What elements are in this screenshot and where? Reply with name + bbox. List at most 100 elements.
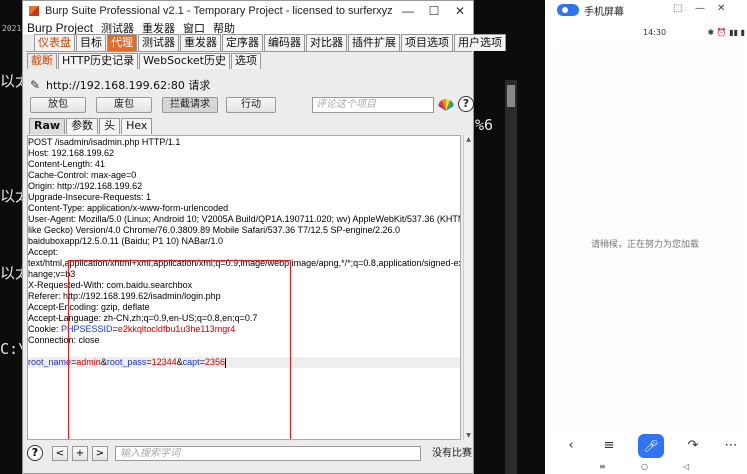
cookie-header-line: Cookie: PHPSESSID=e2kkqltocldfbu1u3he113… <box>28 324 235 335</box>
search-next-button[interactable]: > <box>92 446 108 461</box>
tab-hex[interactable]: Hex <box>121 118 153 134</box>
tab-intruder[interactable]: 测试器 <box>138 34 179 51</box>
request-body-line: root_name=admin&root_pass=12344&capt=235… <box>28 357 460 368</box>
phone-titlebar: 手机屏幕 ⬚ — ✕ <box>545 0 747 20</box>
highlight-color-icon[interactable] <box>438 97 454 113</box>
help-icon[interactable]: ? <box>458 96 474 112</box>
param-value: 2356 <box>204 357 225 367</box>
action-button[interactable]: 行动 <box>226 97 276 113</box>
header-line: Content-Length: 41 <box>28 159 106 169</box>
param-key: capt <box>182 357 200 367</box>
cookie-name: PHPSESSID <box>61 324 113 334</box>
drop-button[interactable]: 废包 <box>96 97 152 113</box>
message-view-tabs: Raw 参数 头 Hex <box>29 118 153 134</box>
burp-window: Burp Suite Professional v2.1 - Temporary… <box>22 0 506 474</box>
tab-params[interactable]: 参数 <box>66 118 99 134</box>
main-tabs: 仪表盘 目标 代理 测试器 重发器 定序器 编码器 对比器 插件扩展 项目选项 … <box>28 34 507 51</box>
menu-icon[interactable]: ≡ <box>601 438 617 454</box>
search-bar: ? < + > 输入搜索字词 没有比赛 <box>26 444 472 464</box>
terminal-scrollbar[interactable] <box>505 80 517 474</box>
scroll-down-icon[interactable]: ▼ <box>465 432 472 439</box>
pin-icon[interactable]: ⬚ <box>673 3 682 14</box>
match-count: 没有比赛 <box>432 448 472 459</box>
cookie-key: Cookie: <box>28 324 62 334</box>
desktop: 2021年 以太 以太 以太 C:\ %6 Burp Suite Profess… <box>0 0 747 474</box>
phone-nav-bar: ≡ ○ ◁ <box>545 462 747 474</box>
header-line: User-Agent: Mozilla/5.0 (Linux; Android … <box>28 214 461 224</box>
header-line: Host: 192.168.199.62 <box>28 148 115 158</box>
menu-burp-project[interactable]: Burp Project <box>23 21 97 35</box>
request-line: POST /isadmin/isadmin.php HTTP/1.1 <box>28 137 181 147</box>
close-icon[interactable]: ✕ <box>717 3 725 14</box>
tab-repeater[interactable]: 重发器 <box>180 34 221 51</box>
header-line: Accept-Language: zh-CN,zh;q=0.9,en-US;q=… <box>28 313 258 323</box>
more-icon[interactable]: ⋯ <box>723 438 739 454</box>
comment-input[interactable]: 评论这个项目 <box>312 97 434 113</box>
header-line: like Gecko) Version/4.0 Chrome/76.0.3809… <box>28 225 401 235</box>
header-line: Upgrade-Insecure-Requests: 1 <box>28 192 152 202</box>
tab-proxy[interactable]: 代理 <box>107 34 137 51</box>
terminal-scroll-thumb[interactable] <box>507 85 515 107</box>
param-value: 12344 <box>151 357 177 367</box>
tab-sequencer[interactable]: 定序器 <box>222 34 263 51</box>
proxy-panel: 截断 HTTP历史记录 WebSocket历史 选项 ✎ http://192.… <box>26 51 474 473</box>
tab-project-options[interactable]: 项目选项 <box>401 34 453 51</box>
phone-toolbar: ‹ ≡ 🎤︎ ↷ ⋯ <box>545 432 747 460</box>
param-value: admin <box>76 357 101 367</box>
header-line: Accept: <box>28 247 59 257</box>
tab-headers[interactable]: 头 <box>99 118 121 134</box>
phone-app-logo <box>557 4 579 16</box>
request-url-label: http://192.168.199.62:80 请求 <box>46 79 211 92</box>
nav-home-icon[interactable]: ○ <box>641 462 648 471</box>
minimize-icon[interactable]: — <box>695 3 705 14</box>
header-line: Connection: close <box>28 335 100 345</box>
tab-http-history[interactable]: HTTP历史记录 <box>58 53 139 69</box>
header-line: Origin: http://192.168.199.62 <box>28 181 143 191</box>
header-line: Cache-Control: max-age=0 <box>28 170 137 180</box>
search-input[interactable]: 输入搜索字词 <box>115 446 421 461</box>
burp-app-icon <box>29 5 39 16</box>
intercept-toolbar: 放包 废包 拦截请求 行动 评论这个项目 ? <box>28 96 474 115</box>
phone-mirror-window: 手机屏幕 ⬚ — ✕ 14:30 ✱ ⏰ ▮▮ ▮ 请稍候，正在努力为您加载 ‹… <box>545 0 747 474</box>
tab-dashboard[interactable]: 仪表盘 <box>34 34 75 51</box>
tab-options[interactable]: 选项 <box>230 53 261 69</box>
tab-websocket-history[interactable]: WebSocket历史 <box>139 53 230 69</box>
tab-decoder[interactable]: 编码器 <box>264 34 305 51</box>
tab-extender[interactable]: 插件扩展 <box>348 34 400 51</box>
scroll-up-icon[interactable]: ▲ <box>465 136 472 143</box>
terminal-fragment: %6 <box>474 116 493 134</box>
tab-user-options[interactable]: 用户选项 <box>454 34 506 51</box>
window-titlebar: Burp Suite Professional v2.1 - Temporary… <box>23 1 473 20</box>
pencil-icon: ✎ <box>29 78 41 92</box>
intercept-toggle-button[interactable]: 拦截请求 <box>162 97 218 113</box>
forward-button[interactable]: 放包 <box>30 97 86 113</box>
nav-menu-icon[interactable]: ≡ <box>599 462 606 471</box>
header-line: Accept-Encoding: gzip, deflate <box>28 302 150 312</box>
close-icon[interactable]: ✕ <box>447 4 473 18</box>
header-line: Referer: http://192.168.199.62/isadmin/l… <box>28 291 221 301</box>
maximize-icon[interactable]: ☐ <box>421 4 447 18</box>
minimize-icon[interactable]: — <box>395 4 421 18</box>
tab-target[interactable]: 目标 <box>76 34 106 51</box>
raw-request-editor[interactable]: POST /isadmin/isadmin.php HTTP/1.1 Host:… <box>27 135 461 440</box>
search-options-button[interactable]: + <box>72 446 88 461</box>
cookie-value: e2kkqltocldfbu1u3he113mgr4 <box>117 324 236 334</box>
tab-comparer[interactable]: 对比器 <box>306 34 347 51</box>
phone-clock: 14:30 <box>643 28 667 37</box>
help-icon[interactable]: ? <box>27 445 43 461</box>
text-cursor <box>224 357 226 368</box>
window-title: Burp Suite Professional v2.1 - Temporary… <box>45 4 395 17</box>
phone-status-icons: ✱ ⏰ ▮▮ ▮ <box>707 28 746 37</box>
tab-intercept[interactable]: 截断 <box>27 53 57 69</box>
param-key: root_pass <box>106 357 147 367</box>
microphone-icon[interactable]: 🎤︎ <box>638 434 664 458</box>
search-prev-button[interactable]: < <box>52 446 68 461</box>
param-key: root_name <box>28 357 72 367</box>
loading-message: 请稍候，正在努力为您加载 <box>590 240 699 250</box>
tab-raw[interactable]: Raw <box>29 118 66 134</box>
nav-back-icon[interactable]: ◁ <box>683 462 689 471</box>
proxy-subtabs: 截断 HTTP历史记录 WebSocket历史 选项 <box>26 53 472 69</box>
editor-scrollbar[interactable]: ▲ ▼ <box>463 135 472 440</box>
back-icon[interactable]: ‹ <box>563 438 579 454</box>
share-icon[interactable]: ↷ <box>685 438 701 454</box>
